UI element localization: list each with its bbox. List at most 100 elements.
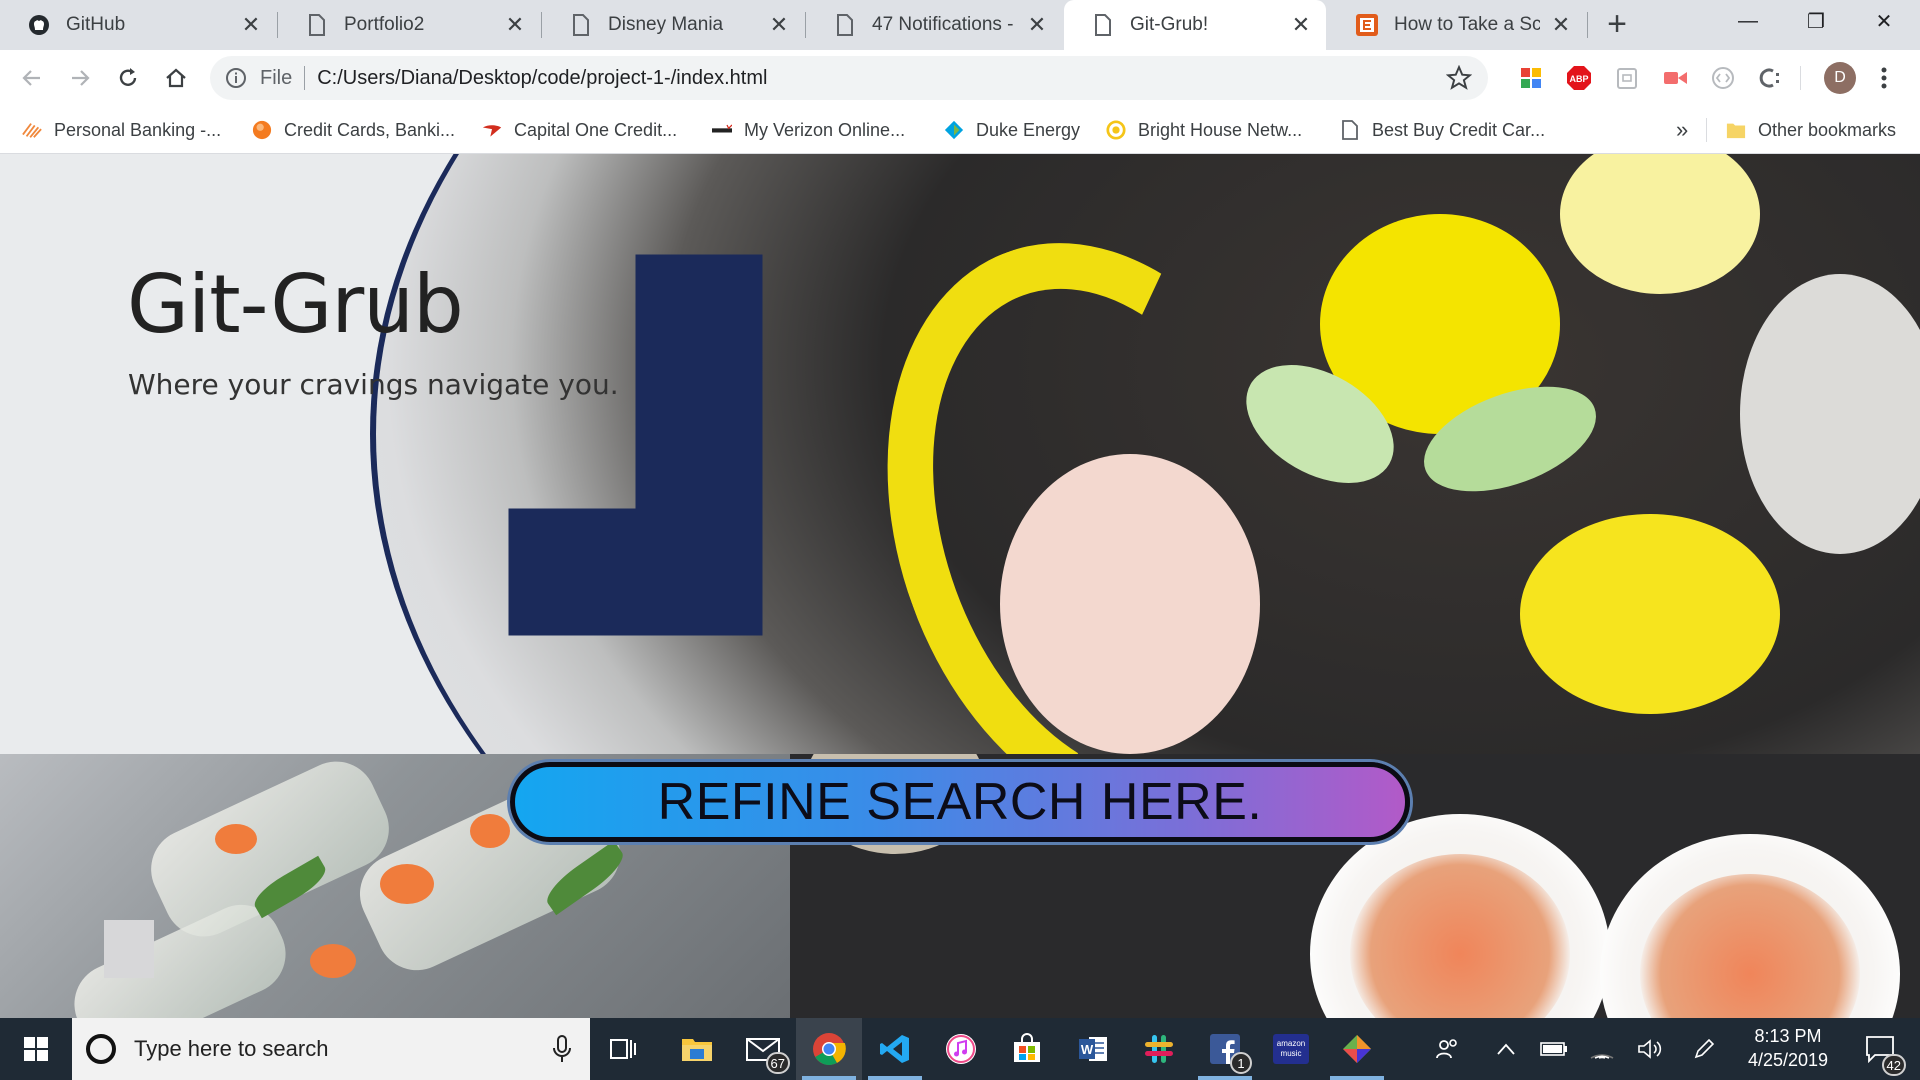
taskbar-chrome[interactable]: [796, 1018, 862, 1080]
volume-indicator[interactable]: [1630, 1018, 1670, 1080]
network-indicator[interactable]: [1582, 1018, 1622, 1080]
bookmark-star-icon[interactable]: [1446, 65, 1472, 91]
back-button[interactable]: [14, 60, 50, 96]
battery-indicator[interactable]: [1534, 1018, 1574, 1080]
slack-icon: [1145, 1035, 1173, 1063]
close-icon[interactable]: ✕: [1550, 14, 1572, 36]
web-page: Git-Grub Where your cravings navigate yo…: [0, 154, 1920, 1018]
bookmark-duke-energy[interactable]: Duke Energy: [944, 106, 1080, 154]
new-tab-button[interactable]: +: [1600, 7, 1634, 42]
home-button[interactable]: [158, 60, 194, 96]
bookmark-verizon[interactable]: My Verizon Online...: [712, 106, 905, 154]
tab-portfolio2[interactable]: Portfolio2 ✕: [278, 0, 540, 50]
microphone-icon[interactable]: [550, 1034, 574, 1064]
pen-workspace-button[interactable]: [1684, 1018, 1724, 1080]
hero-jumbotron: Git-Grub Where your cravings navigate yo…: [0, 154, 1920, 754]
store-bag-icon: [1014, 1033, 1040, 1062]
page-icon: [1092, 14, 1114, 36]
tab-disney-mania[interactable]: Disney Mania ✕: [542, 0, 804, 50]
c-sharp-icon[interactable]: [1758, 65, 1784, 91]
tab-github[interactable]: GitHub ✕: [0, 0, 276, 50]
bookmark-bright-house[interactable]: Bright House Netw...: [1106, 106, 1302, 154]
address-bar[interactable]: File C:/Users/Diana/Desktop/code/project…: [210, 56, 1488, 100]
e-brand-icon: [1356, 14, 1378, 36]
taskbar-store[interactable]: [994, 1018, 1060, 1080]
speaker-icon: [1638, 1039, 1662, 1059]
adblock-plus-icon[interactable]: ABP: [1566, 65, 1592, 91]
arrow-left-icon: [22, 70, 40, 86]
itunes-icon: [946, 1034, 976, 1064]
svg-text:W: W: [1081, 1042, 1094, 1057]
bookmark-personal-banking[interactable]: Personal Banking -...: [22, 106, 221, 154]
close-icon[interactable]: ✕: [1290, 14, 1312, 36]
reload-button[interactable]: [110, 60, 146, 96]
page-subtitle: Where your cravings navigate you.: [128, 368, 619, 401]
url-text[interactable]: C:/Users/Diana/Desktop/code/project-1-/i…: [317, 67, 1446, 90]
meat-blob: [1000, 454, 1260, 754]
tab-how-to-screenshot[interactable]: How to Take a Screen ✕: [1328, 0, 1586, 50]
bookmarks-overflow-button[interactable]: »: [1676, 106, 1688, 154]
toolbar-divider: [1800, 66, 1801, 90]
window-close-button[interactable]: ✕: [1850, 0, 1918, 42]
forward-button[interactable]: [62, 60, 98, 96]
scheme-label: File: [260, 66, 293, 89]
tab-git-grub[interactable]: Git-Grub! ✕: [1064, 0, 1326, 50]
system-clock[interactable]: 8:13 PM 4/25/2019: [1728, 1024, 1848, 1072]
taskbar-vscode[interactable]: [862, 1018, 928, 1080]
close-icon[interactable]: ✕: [768, 14, 790, 36]
other-bookmarks-folder[interactable]: Other bookmarks: [1726, 106, 1896, 154]
tab-notifications[interactable]: 47 Notifications - Wa ✕: [806, 0, 1062, 50]
task-view-button[interactable]: [590, 1018, 656, 1080]
colorful-tiles-icon[interactable]: [1518, 65, 1544, 91]
word-icon: W: [1079, 1037, 1107, 1061]
close-icon[interactable]: ✕: [504, 14, 526, 36]
bookmark-credit-cards[interactable]: Credit Cards, Banki...: [252, 106, 455, 154]
clipboard-icon[interactable]: [1614, 65, 1640, 91]
minimize-button[interactable]: —: [1714, 0, 1782, 42]
shrimp: [380, 864, 434, 904]
github-icon: [28, 14, 50, 36]
menu-kebab-icon[interactable]: [1872, 62, 1896, 94]
notification-count-badge: 42: [1881, 1054, 1906, 1076]
start-button[interactable]: [0, 1018, 72, 1080]
browser-toolbar: File C:/Users/Diana/Desktop/code/project…: [0, 50, 1920, 106]
taskbar-file-explorer[interactable]: [664, 1018, 730, 1080]
video-share-icon[interactable]: [1662, 65, 1688, 91]
profile-avatar[interactable]: D: [1824, 62, 1856, 94]
people-button[interactable]: [1426, 1018, 1470, 1080]
restore-button[interactable]: ❐: [1782, 0, 1850, 42]
taskbar-amazon-music[interactable]: amazon music: [1258, 1018, 1324, 1080]
small-placeholder-box: [104, 920, 154, 978]
bookmarks-bar: Personal Banking -... Credit Cards, Bank…: [0, 106, 1920, 154]
taskbar-word[interactable]: W: [1060, 1018, 1126, 1080]
reload-icon: [119, 68, 137, 86]
tab-divider: [1587, 12, 1588, 38]
taskbar-search-box[interactable]: Type here to search: [72, 1018, 590, 1080]
refine-search-button[interactable]: REFINE SEARCH HERE.: [510, 762, 1410, 842]
task-view-icon: [610, 1039, 636, 1059]
amazon-music-icon: amazon music: [1273, 1034, 1309, 1064]
taskbar-git-kraken[interactable]: [1324, 1018, 1390, 1080]
capital-one-swoosh-icon: [482, 120, 502, 140]
code-brackets-icon[interactable]: [1710, 65, 1736, 91]
chrome-icon: [813, 1033, 846, 1066]
show-hidden-icons-button[interactable]: [1486, 1018, 1526, 1080]
info-icon[interactable]: [224, 66, 248, 90]
taskbar-mail[interactable]: 67: [730, 1018, 796, 1080]
close-icon[interactable]: ✕: [1026, 14, 1048, 36]
close-icon[interactable]: ✕: [240, 14, 262, 36]
action-center-button[interactable]: 42: [1850, 1018, 1910, 1080]
refine-search-label: REFINE SEARCH HERE.: [657, 773, 1263, 831]
taskbar-slack[interactable]: [1126, 1018, 1192, 1080]
bookmark-best-buy[interactable]: Best Buy Credit Car...: [1340, 106, 1545, 154]
bookmarks-divider: [1706, 118, 1707, 142]
orange-stripes-icon: [22, 120, 42, 140]
clock-date: 4/25/2019: [1747, 1050, 1829, 1070]
taskbar-facebook[interactable]: 1: [1192, 1018, 1258, 1080]
battery-icon: [1540, 1042, 1567, 1056]
windows-taskbar: Type here to search 67 W 1 amazon music: [0, 1018, 1920, 1080]
omnibox-divider: [304, 66, 306, 90]
bookmark-capital-one[interactable]: Capital One Credit...: [482, 106, 677, 154]
folder-icon: [682, 1039, 712, 1061]
taskbar-itunes[interactable]: [928, 1018, 994, 1080]
